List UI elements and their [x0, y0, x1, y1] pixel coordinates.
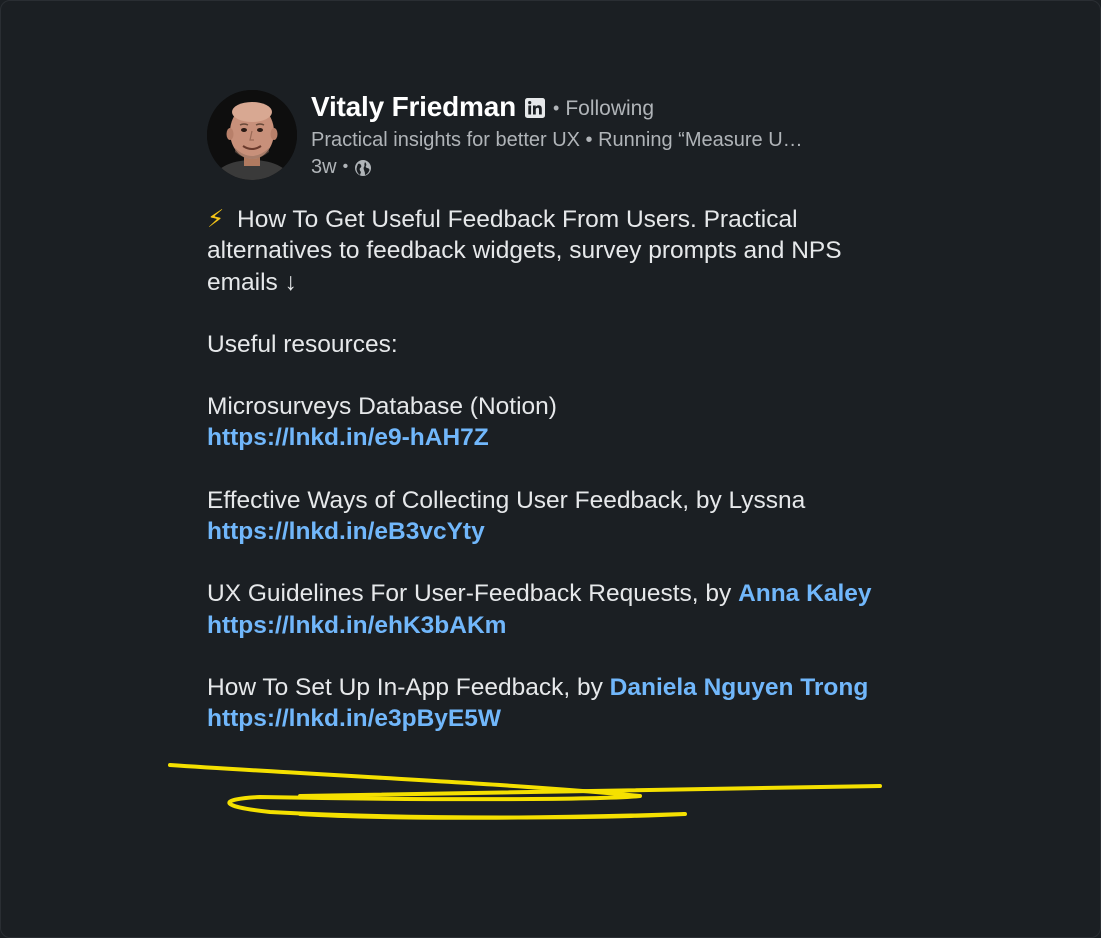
- post-body: ⚡ How To Get Useful Feedback From Users.…: [207, 204, 897, 735]
- linkedin-post: Vitaly Friedman • Following Practical in…: [207, 88, 897, 766]
- resource-item: UX Guidelines For User-Feedback Requests…: [207, 578, 897, 641]
- resource-title: How To Set Up In-App Feedback, by: [207, 673, 610, 701]
- resource-link[interactable]: https://lnkd.in/e3pByE5W: [207, 705, 501, 732]
- resource-title: UX Guidelines For User-Feedback Requests…: [207, 580, 739, 608]
- author-name-line: Vitaly Friedman • Following: [311, 88, 901, 126]
- post-intro-text: How To Get Useful Feedback From Users. P…: [207, 206, 842, 296]
- resource-item: Effective Ways of Collecting User Feedba…: [207, 485, 897, 548]
- resource-title: Effective Ways of Collecting User Feedba…: [207, 486, 806, 514]
- resource-link[interactable]: https://lnkd.in/ehK3bAKm: [207, 612, 506, 639]
- following-status[interactable]: Following: [565, 97, 654, 121]
- resource-link[interactable]: https://lnkd.in/eB3vcYty: [207, 518, 485, 545]
- author-headline[interactable]: Practical insights for better UX • Runni…: [311, 126, 901, 154]
- post-intro: ⚡ How To Get Useful Feedback From Users.…: [207, 204, 897, 298]
- author-name[interactable]: Vitaly Friedman: [311, 91, 516, 123]
- globe-icon: [354, 158, 372, 176]
- author-photo: [207, 90, 297, 180]
- lightning-bolt-icon: ⚡: [207, 206, 225, 233]
- author-mention[interactable]: Daniela Nguyen Trong: [610, 674, 869, 701]
- linkedin-icon: [525, 98, 546, 118]
- resource-item: How To Set Up In-App Feedback, by Daniel…: [207, 672, 897, 735]
- post-time[interactable]: 3w: [311, 154, 337, 180]
- author-avatar[interactable]: [207, 90, 297, 180]
- resource-title: Microsurveys Database (Notion): [207, 393, 557, 421]
- resource-link[interactable]: https://lnkd.in/e9-hAH7Z: [207, 424, 489, 451]
- post-time-line: 3w •: [311, 154, 901, 180]
- resources-heading: Useful resources:: [207, 330, 398, 358]
- author-meta: Vitaly Friedman • Following Practical in…: [311, 88, 901, 180]
- resource-item: Microsurveys Database (Notion) https://ln…: [207, 391, 897, 454]
- author-mention[interactable]: Anna Kaley: [738, 580, 871, 607]
- time-separator: •: [342, 158, 349, 175]
- post-header: Vitaly Friedman • Following Practical in…: [207, 88, 897, 182]
- name-separator: •: [553, 97, 560, 118]
